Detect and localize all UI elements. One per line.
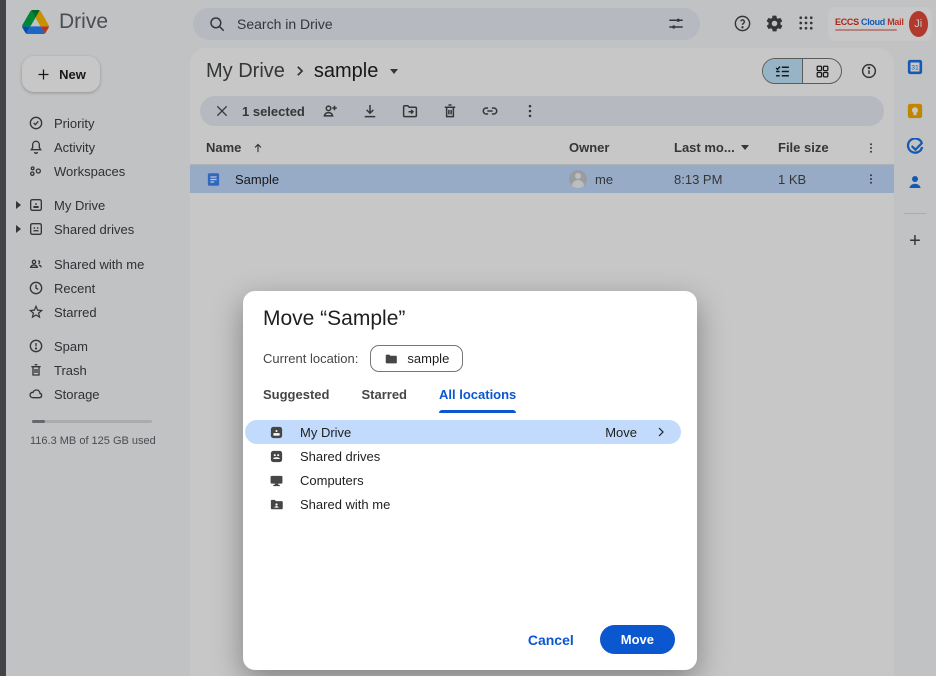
location-row-computers[interactable]: Computers <box>245 468 681 492</box>
dialog-title: Move “Sample” <box>263 307 697 331</box>
current-location-chip[interactable]: sample <box>370 345 463 372</box>
google-drive-app: Drive <box>0 0 936 676</box>
move-dialog: Move “Sample” Current location: sample S… <box>243 291 697 670</box>
location-row-shared-with-me[interactable]: Shared with me <box>245 492 681 516</box>
computer-icon <box>269 473 284 488</box>
tab-suggested[interactable]: Suggested <box>263 387 329 413</box>
current-location-label: Current location: <box>263 351 358 366</box>
cancel-button[interactable]: Cancel <box>528 632 574 648</box>
row-move-action[interactable]: Move <box>605 425 637 440</box>
shared-folder-icon <box>269 497 284 512</box>
dialog-tabs: Suggested Starred All locations <box>263 387 697 413</box>
tab-starred[interactable]: Starred <box>361 387 407 413</box>
location-row-shared-drives[interactable]: Shared drives <box>245 444 681 468</box>
move-button[interactable]: Move <box>600 625 675 654</box>
my-drive-icon <box>269 425 284 440</box>
shared-drives-icon <box>269 449 284 464</box>
folder-icon <box>384 352 398 366</box>
chevron-right-icon[interactable] <box>655 426 667 438</box>
tab-all-locations[interactable]: All locations <box>439 387 516 413</box>
location-list: My Drive Move Shared drives Computers <box>243 420 697 516</box>
location-row-my-drive[interactable]: My Drive Move <box>245 420 681 444</box>
